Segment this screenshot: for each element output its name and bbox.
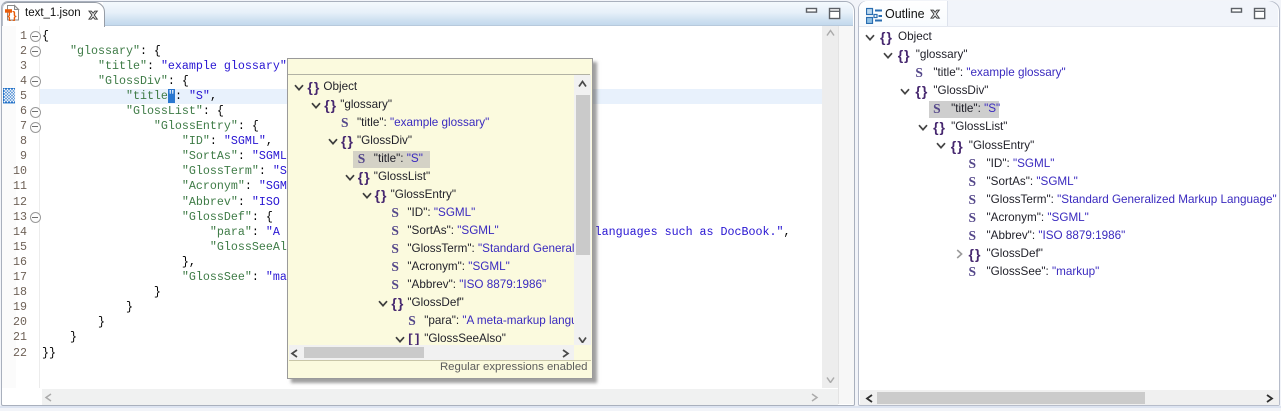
svg-text:}: } bbox=[12, 10, 17, 21]
